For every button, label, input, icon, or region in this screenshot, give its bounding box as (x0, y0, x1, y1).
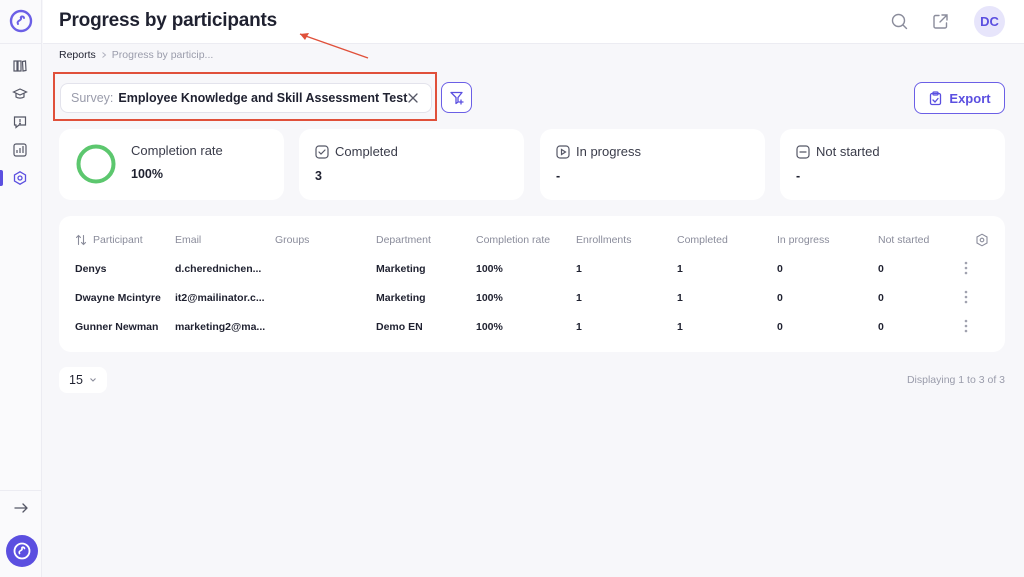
cell-in-progress: 0 (777, 263, 783, 275)
feedback-icon[interactable] (12, 114, 28, 130)
chevron-right-icon (101, 52, 107, 58)
page-title: Progress by participants (59, 10, 277, 31)
cell-completion-rate: 100% (476, 292, 503, 304)
not-started-value: - (796, 169, 801, 183)
displaying-count: Displaying 1 to 3 of 3 (906, 374, 1005, 386)
search-icon[interactable] (891, 13, 908, 30)
row-menu-kebab-icon[interactable] (964, 261, 968, 275)
filter-value: Employee Knowledge and Skill Assessment … (118, 91, 408, 105)
cell-participant: Gunner Newman (75, 321, 159, 333)
row-menu-kebab-icon[interactable] (964, 319, 968, 333)
cell-completed: 1 (677, 263, 683, 275)
chevron-down-icon (90, 378, 96, 382)
sort-icon[interactable] (75, 234, 87, 246)
cell-completed: 1 (677, 292, 683, 304)
open-external-icon[interactable] (932, 13, 949, 30)
user-avatar[interactable]: DC (974, 6, 1005, 37)
graduation-cap-icon[interactable] (12, 86, 28, 102)
sidebar-divider (0, 43, 42, 44)
cell-enrollments: 1 (576, 321, 582, 333)
cell-email: marketing2@ma... (175, 321, 266, 333)
in-progress-title: In progress (576, 144, 642, 159)
completed-value: 3 (315, 169, 322, 183)
cell-completed: 1 (677, 321, 683, 333)
cell-enrollments: 1 (576, 292, 582, 304)
library-icon[interactable] (12, 58, 28, 74)
cell-not-started: 0 (878, 321, 884, 333)
play-square-icon (556, 145, 570, 159)
participants-table: Participant Email Groups Department Comp… (59, 216, 1005, 352)
export-button[interactable]: Export (914, 82, 1005, 114)
reports-chart-icon[interactable] (12, 142, 28, 158)
remove-filter-close-icon[interactable] (407, 92, 419, 104)
minus-square-icon (796, 145, 810, 159)
column-header-completion-rate[interactable]: Completion rate (476, 234, 550, 246)
breadcrumb: Reports Progress by particip... (59, 49, 213, 61)
top-header: Progress by participants DC (43, 0, 1024, 44)
column-header-completed[interactable]: Completed (677, 234, 728, 246)
expand-sidebar-arrow-icon[interactable] (13, 500, 29, 516)
cell-enrollments: 1 (576, 263, 582, 275)
cell-department: Demo EN (376, 321, 423, 333)
active-nav-indicator (0, 170, 3, 186)
brand-logo-button[interactable] (6, 535, 38, 567)
column-header-not-started[interactable]: Not started (878, 234, 929, 246)
not-started-title: Not started (816, 144, 880, 159)
row-menu-kebab-icon[interactable] (964, 290, 968, 304)
filter-plus-icon (449, 91, 464, 105)
cell-in-progress: 0 (777, 292, 783, 304)
stat-card-completion-rate: Completion rate 100% (59, 129, 284, 200)
annotation-arrow (299, 33, 369, 59)
cell-email: it2@mailinator.c... (175, 292, 265, 304)
column-header-email[interactable]: Email (175, 234, 201, 246)
brand-logo-icon (13, 542, 31, 560)
add-filter-button[interactable] (441, 82, 472, 113)
cell-completion-rate: 100% (476, 321, 503, 333)
stat-card-completed: Completed 3 (299, 129, 524, 200)
filter-label: Survey: (71, 91, 114, 105)
cell-participant: Denys (75, 263, 107, 275)
cell-department: Marketing (376, 263, 426, 275)
cell-not-started: 0 (878, 292, 884, 304)
stat-card-in-progress: In progress - (540, 129, 765, 200)
sidebar (0, 0, 42, 577)
column-header-department[interactable]: Department (376, 234, 431, 246)
sidebar-bottom-divider (0, 490, 42, 491)
export-label: Export (949, 90, 991, 106)
in-progress-value: - (556, 169, 561, 183)
cell-not-started: 0 (878, 263, 884, 275)
breadcrumb-current: Progress by particip... (111, 49, 214, 61)
completion-ring-icon (76, 144, 116, 184)
column-header-participant[interactable]: Participant (93, 234, 143, 246)
settings-hexagon-icon[interactable] (12, 170, 28, 186)
completion-rate-value: 100% (131, 167, 163, 181)
clipboard-export-icon (930, 90, 942, 105)
column-header-groups[interactable]: Groups (275, 234, 309, 246)
cell-email: d.cherednichen... (175, 263, 262, 275)
cell-in-progress: 0 (777, 321, 783, 333)
cell-department: Marketing (376, 292, 426, 304)
breadcrumb-reports-link[interactable]: Reports (59, 49, 96, 61)
per-page-value: 15 (69, 373, 83, 387)
survey-filter-chip[interactable]: Survey: Employee Knowledge and Skill Ass… (60, 83, 432, 113)
completed-title: Completed (335, 144, 398, 159)
per-page-select[interactable]: 15 (59, 367, 107, 393)
column-header-enrollments[interactable]: Enrollments (576, 234, 631, 246)
check-square-icon (315, 145, 329, 159)
completion-rate-title: Completion rate (131, 143, 223, 158)
cell-participant: Dwayne Mcintyre (75, 292, 161, 304)
cell-completion-rate: 100% (476, 263, 503, 275)
app-logo-icon[interactable] (9, 9, 33, 33)
column-header-in-progress[interactable]: In progress (777, 234, 830, 246)
column-settings-icon[interactable] (975, 233, 989, 247)
stat-card-not-started: Not started - (780, 129, 1005, 200)
